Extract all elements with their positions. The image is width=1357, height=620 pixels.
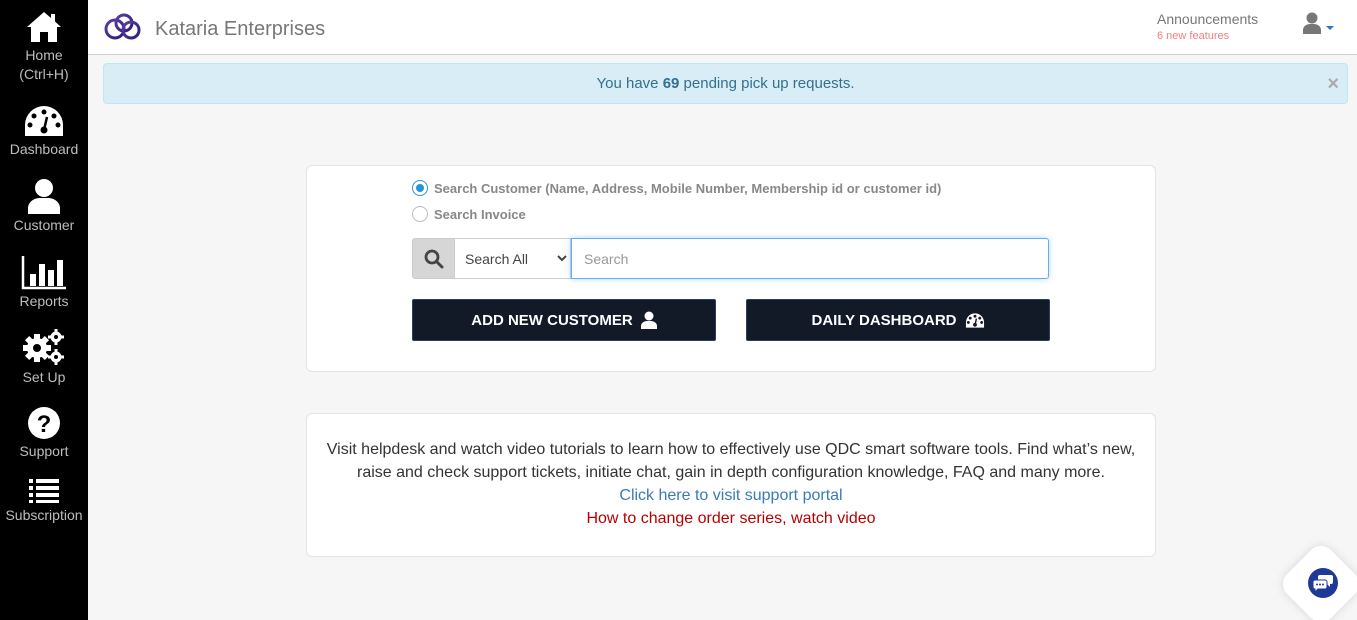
sidebar-item-label: Customer (13, 217, 75, 233)
sidebar-item-label: Reports (19, 293, 69, 309)
announcements-subtitle: 6 new features (1157, 30, 1230, 42)
search-customer-label: Search Customer (Name, Address, Mobile N… (434, 180, 942, 196)
add-new-customer-label: ADD NEW CUSTOMER (471, 311, 633, 329)
home-icon (0, 10, 88, 44)
user-avatar-icon (1303, 12, 1321, 34)
search-invoice-label: Search Invoice (434, 206, 526, 222)
daily-dashboard-button[interactable]: DAILY DASHBOARD (746, 299, 1050, 341)
brand-logo-icon (104, 12, 142, 47)
gears-icon (0, 328, 88, 366)
announcements-link[interactable]: Announcements 6 new features (1157, 11, 1258, 42)
radio-button-checked[interactable] (412, 180, 428, 196)
sidebar-item-subscription[interactable]: Subscription (0, 478, 88, 525)
brand-name: Kataria Enterprises (155, 18, 326, 40)
sidebar-item-setup[interactable]: Set Up (0, 328, 88, 387)
add-new-customer-button[interactable]: ADD NEW CUSTOMER (412, 299, 716, 341)
sidebar: Home (Ctrl+H) Dashboard Customer Reports (0, 0, 88, 620)
search-input-group: Search All (412, 238, 1049, 279)
sidebar-item-customer[interactable]: Customer (0, 178, 88, 235)
order-series-video-link[interactable]: How to change order series, watch video (307, 507, 1155, 530)
search-icon[interactable] (412, 238, 455, 279)
helpdesk-card: Visit helpdesk and watch video tutorials… (306, 413, 1156, 557)
chat-bubbles-icon[interactable] (1308, 568, 1338, 598)
radio-button-unchecked[interactable] (412, 206, 428, 222)
sidebar-item-home[interactable]: Home (Ctrl+H) (0, 10, 88, 84)
pending-count: 69 (662, 75, 680, 92)
caret-down-icon (1326, 26, 1334, 30)
question-circle-icon: ? (0, 406, 88, 440)
sidebar-item-dashboard[interactable]: Dashboard (0, 104, 88, 159)
support-portal-link[interactable]: Click here to visit support portal (307, 484, 1155, 507)
user-icon (640, 311, 657, 329)
sidebar-item-label: Support (19, 443, 69, 459)
sidebar-item-reports[interactable]: Reports (0, 254, 88, 311)
sidebar-item-label: Set Up (22, 369, 66, 385)
sidebar-item-label: Home (25, 47, 63, 63)
helpdesk-text-line-2: raise and check support tickets, initiat… (357, 464, 1105, 481)
search-invoice-radio[interactable]: Search Invoice (412, 206, 526, 222)
sidebar-item-support[interactable]: ? Support (0, 406, 88, 461)
sidebar-item-label: Subscription (5, 507, 83, 523)
search-card: Search Customer (Name, Address, Mobile N… (306, 165, 1156, 372)
bar-chart-icon (0, 254, 88, 290)
user-icon (0, 178, 88, 214)
list-icon (0, 478, 88, 504)
dashboard-gauge-icon (965, 312, 984, 328)
user-menu-dropdown[interactable] (1302, 12, 1336, 41)
search-input[interactable] (571, 238, 1049, 279)
alert-text-prefix: You have (596, 75, 663, 92)
dashboard-gauge-icon (0, 104, 88, 138)
sidebar-item-sublabel: (Ctrl+H) (19, 66, 69, 82)
top-header: Kataria Enterprises Announcements 6 new … (88, 0, 1357, 55)
svg-text:?: ? (37, 411, 52, 438)
announcements-title: Announcements (1157, 11, 1259, 27)
sidebar-item-label: Dashboard (9, 141, 79, 157)
daily-dashboard-label: DAILY DASHBOARD (811, 311, 957, 329)
pending-pickup-alert: You have 69 pending pick up requests. × (103, 63, 1348, 104)
search-customer-radio[interactable]: Search Customer (Name, Address, Mobile N… (412, 180, 941, 196)
alert-text-suffix: pending pick up requests. (679, 75, 855, 92)
close-icon[interactable]: × (1327, 64, 1339, 104)
helpdesk-text-line-1: Visit helpdesk and watch video tutorials… (326, 441, 1136, 458)
search-scope-select[interactable]: Search All (455, 238, 571, 279)
